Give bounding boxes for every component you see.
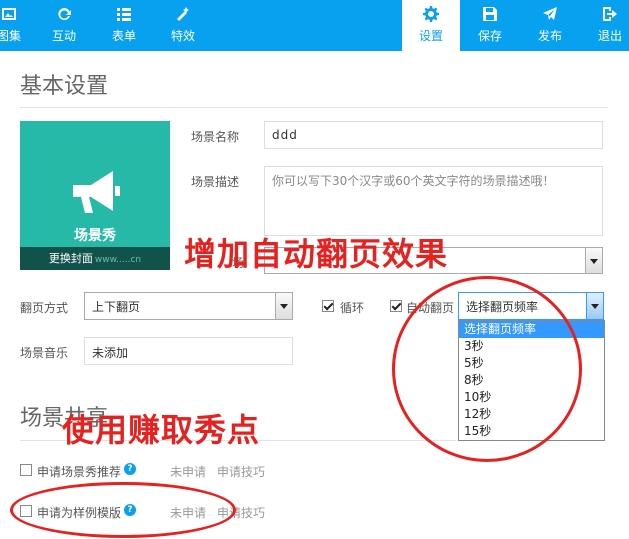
toolbar-effect-button[interactable]: 特效 bbox=[163, 0, 203, 51]
loop-checkbox[interactable] bbox=[322, 300, 334, 312]
exit-icon bbox=[588, 6, 629, 28]
toolbar-save-button[interactable]: 保存 bbox=[468, 0, 512, 51]
page-mode-label: 翻页方式 bbox=[20, 301, 69, 315]
toolbar-settings-button[interactable]: 设置 bbox=[402, 0, 460, 51]
auto-flip-checkbox[interactable] bbox=[390, 300, 402, 312]
apply-recommend-checkbox[interactable] bbox=[20, 464, 32, 476]
loop-label: 循环 bbox=[340, 301, 365, 315]
megaphone-icon bbox=[73, 171, 120, 213]
annotation-ring bbox=[392, 276, 582, 462]
list-icon bbox=[104, 6, 144, 28]
image-icon bbox=[0, 6, 32, 28]
annotation-ring bbox=[10, 482, 236, 538]
scene-name-input[interactable]: ddd bbox=[264, 121, 603, 149]
toolbar-publish-button[interactable]: 发布 bbox=[528, 0, 572, 51]
scene-desc-textarea[interactable]: 你可以写下30个汉字或60个英文字符的场景描述哦！ bbox=[264, 166, 603, 236]
chevron-down-icon bbox=[585, 248, 602, 273]
change-cover-button[interactable]: 更换封面 www.....cn bbox=[20, 247, 170, 270]
watermark-text: www.....cn bbox=[94, 255, 142, 265]
scene-name-label: 场景名称 bbox=[191, 130, 240, 144]
gear-icon bbox=[402, 6, 460, 28]
music-input[interactable]: 未添加 bbox=[84, 337, 293, 365]
page-mode-select[interactable]: 上下翻页 bbox=[84, 292, 293, 320]
help-icon[interactable]: ? bbox=[124, 463, 136, 475]
scene-desc-label: 场景描述 bbox=[191, 175, 240, 189]
chevron-down-icon bbox=[275, 293, 292, 319]
toolbar-interact-button[interactable]: 互动 bbox=[44, 0, 84, 51]
cover-image[interactable]: 场景秀 更换封面 www.....cn bbox=[20, 121, 170, 270]
basic-settings-title: 基本设置 bbox=[20, 74, 109, 99]
annotation-earn-points: 使用赚取秀点 bbox=[62, 411, 261, 449]
status-badge: 未申请 bbox=[170, 465, 207, 479]
tips-link[interactable]: 申请技巧 bbox=[217, 463, 265, 480]
send-icon bbox=[528, 6, 572, 28]
cover-brand-text: 场景秀 bbox=[74, 228, 116, 244]
apply-recommend-label: 申请场景秀推荐 bbox=[37, 465, 122, 479]
annotation-auto-flip: 增加自动翻页效果 bbox=[184, 235, 449, 273]
toolbar-form-button[interactable]: 表单 bbox=[104, 0, 144, 51]
section-divider bbox=[20, 107, 608, 108]
toolbar-gallery-button[interactable]: 图集 bbox=[0, 0, 32, 51]
music-label: 场景音乐 bbox=[20, 346, 69, 360]
chevron-down-icon bbox=[586, 293, 603, 319]
refresh-icon bbox=[44, 6, 84, 28]
magic-wand-icon bbox=[163, 6, 203, 28]
save-icon bbox=[468, 6, 512, 28]
toolbar-exit-button[interactable]: 退出 bbox=[588, 0, 629, 51]
